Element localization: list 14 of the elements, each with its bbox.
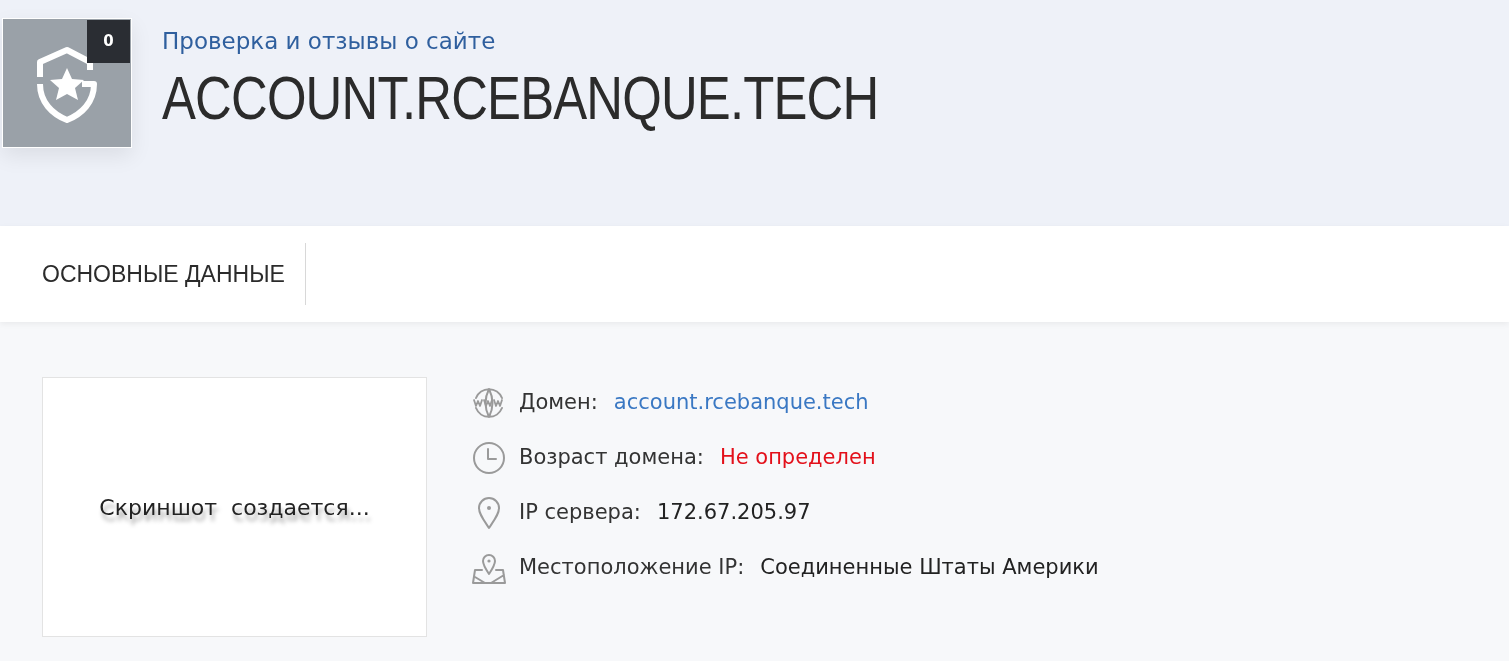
page-subtitle: Проверка и отзывы о сайте <box>162 30 497 53</box>
section-tab[interactable]: ОСНОВНЫЕ ДАННЫЕ <box>42 243 306 305</box>
detail-value: 172.67.205.97 <box>656 499 811 527</box>
detail-label: IP сервера: <box>519 499 641 527</box>
detail-label: Домен: <box>519 389 598 417</box>
detail-value: Соединенные Штаты Америки <box>760 554 1099 582</box>
count-badge: 0 <box>87 20 130 63</box>
clock-icon <box>471 440 507 476</box>
detail-label: Возраст домена: <box>519 444 704 472</box>
site-title: ACCOUNT.RCEBANQUE.TECH <box>162 67 879 129</box>
detail-value: Не определен <box>719 444 876 472</box>
domain-link[interactable]: account.rcebanque.tech <box>613 387 869 419</box>
detail-label: Местоположение IP: <box>519 554 745 582</box>
placeholder-text: Скриншот создается... <box>99 493 370 522</box>
